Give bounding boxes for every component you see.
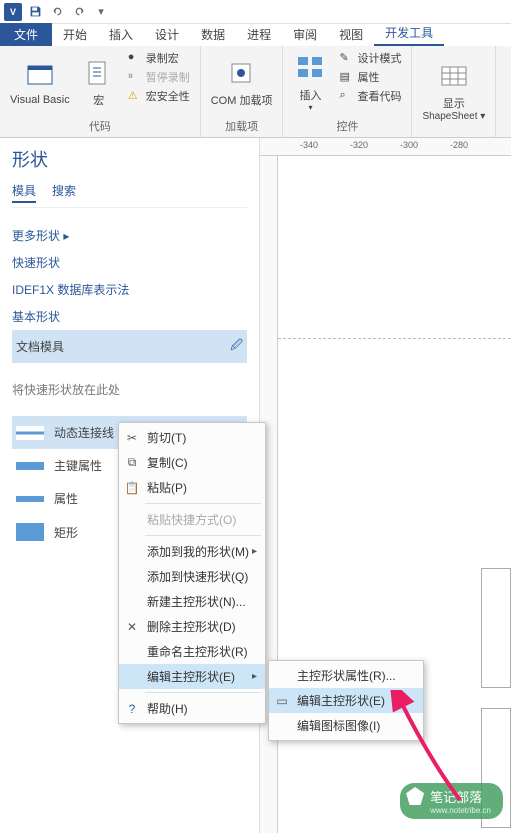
view-code-button[interactable]: ⌕查看代码	[335, 87, 405, 105]
context-menu: ✂剪切(T) ⧉复制(C) 📋粘贴(P) 粘贴快捷方式(O) 添加到我的形状(M…	[118, 422, 266, 724]
submenu-master-props[interactable]: 主控形状属性(R)...	[269, 663, 423, 688]
design-mode-button[interactable]: ✎设计模式	[335, 49, 405, 67]
ribbon-group-controls: 插入▾ ✎设计模式 ▤属性 ⌕查看代码 控件	[283, 46, 412, 137]
pause-icon: ⏸	[128, 70, 142, 84]
shapes-panel-title: 形状	[12, 146, 247, 172]
design-mode-icon: ✎	[339, 51, 353, 65]
menu-help[interactable]: ?帮助(H)	[119, 696, 265, 721]
redo-icon[interactable]	[70, 3, 88, 21]
annotation-arrow	[390, 690, 480, 810]
connector-swatch-icon	[16, 426, 44, 440]
quick-shapes[interactable]: 快速形状	[12, 249, 247, 276]
qat-more-icon[interactable]: ▾	[92, 3, 110, 21]
tab-design[interactable]: 设计	[144, 23, 190, 46]
menu-add-my-shapes[interactable]: 添加到我的形状(M)▸	[119, 539, 265, 564]
macro-button[interactable]: 宏	[78, 49, 120, 116]
properties-icon: ▤	[339, 70, 353, 84]
menu-new-master[interactable]: 新建主控形状(N)...	[119, 589, 265, 614]
idef1x-stencil[interactable]: IDEF1X 数据库表示法	[12, 276, 247, 303]
macro-security-button[interactable]: ⚠宏安全性	[124, 87, 194, 105]
properties-button[interactable]: ▤属性	[335, 68, 405, 86]
tab-home[interactable]: 开始	[52, 23, 98, 46]
key-swatch-icon	[16, 462, 44, 470]
menu-paste[interactable]: 📋粘贴(P)	[119, 475, 265, 500]
help-icon: ?	[125, 702, 139, 716]
addins-icon	[226, 58, 258, 90]
paste-icon: 📋	[125, 481, 139, 495]
guide-line	[278, 338, 511, 339]
ribbon-group-shapesheet: 显示 ShapeSheet ▾	[412, 46, 496, 137]
document-stencil[interactable]: 文档模具 🖉	[12, 330, 247, 363]
undo-icon[interactable]	[48, 3, 66, 21]
insert-control-button[interactable]: 插入▾	[289, 49, 331, 116]
menu-paste-shortcut: 粘贴快捷方式(O)	[119, 507, 265, 532]
record-icon: ●	[128, 51, 142, 65]
menu-add-quick-shapes[interactable]: 添加到快速形状(Q)	[119, 564, 265, 589]
visual-basic-icon	[24, 60, 56, 92]
tab-developer[interactable]: 开发工具	[374, 21, 444, 46]
tab-insert[interactable]: 插入	[98, 23, 144, 46]
rect-swatch-icon	[16, 523, 44, 541]
chevron-right-icon: ▸	[252, 671, 257, 682]
copy-icon: ⧉	[125, 456, 139, 470]
ribbon-group-addins: COM 加载项 加载项	[201, 46, 284, 137]
menu-separator	[145, 692, 261, 693]
tab-data[interactable]: 数据	[190, 23, 236, 46]
chevron-right-icon: ▸	[252, 546, 257, 557]
chevron-right-icon: ▸	[63, 229, 69, 243]
cut-icon: ✂	[125, 431, 139, 445]
shapes-panel-tabs: 模具 搜索	[12, 182, 247, 208]
attr-swatch-icon	[16, 496, 44, 502]
more-shapes[interactable]: 更多形状 ▸	[12, 222, 247, 249]
group-label-addins: 加载项	[207, 116, 277, 134]
ribbon-group-code: Visual Basic 宏 ●录制宏 ⏸暂停录制 ⚠宏安全性 代码	[0, 46, 201, 137]
menu-copy[interactable]: ⧉复制(C)	[119, 450, 265, 475]
view-code-icon: ⌕	[339, 89, 353, 103]
com-addins-button[interactable]: COM 加载项	[207, 49, 277, 116]
shapesheet-icon	[438, 61, 470, 93]
menu-edit-master[interactable]: 编辑主控形状(E)▸	[119, 664, 265, 689]
visio-app-icon: V	[4, 3, 22, 21]
quick-shapes-hint: 将快速形状放在此处	[12, 381, 247, 398]
delete-icon: ✕	[125, 620, 139, 634]
tab-view[interactable]: 视图	[328, 23, 374, 46]
insert-control-icon	[294, 53, 326, 85]
tab-process[interactable]: 进程	[236, 23, 282, 46]
tab-stencil[interactable]: 模具	[12, 182, 36, 203]
tab-review[interactable]: 审阅	[282, 23, 328, 46]
save-icon[interactable]	[26, 3, 44, 21]
tab-search[interactable]: 搜索	[52, 182, 76, 203]
pause-record-button[interactable]: ⏸暂停录制	[124, 68, 194, 86]
menu-cut[interactable]: ✂剪切(T)	[119, 425, 265, 450]
macro-icon	[83, 58, 115, 90]
menu-rename-master[interactable]: 重命名主控形状(R)	[119, 639, 265, 664]
group-label-controls: 控件	[289, 116, 405, 134]
visual-basic-button[interactable]: Visual Basic	[6, 49, 74, 116]
stencil-edit-icon: 🖉	[230, 336, 243, 357]
edit-shape-icon: ▭	[275, 694, 289, 708]
menu-separator	[145, 503, 261, 504]
shapesheet-button[interactable]: 显示 ShapeSheet ▾	[418, 49, 489, 134]
page-edge	[481, 568, 511, 688]
group-label-code: 代码	[6, 116, 194, 134]
ribbon-tabs: 文件 开始 插入 设计 数据 进程 审阅 视图 开发工具	[0, 24, 511, 46]
menu-delete-master[interactable]: ✕删除主控形状(D)	[119, 614, 265, 639]
ribbon: Visual Basic 宏 ●录制宏 ⏸暂停录制 ⚠宏安全性 代码 COM 加…	[0, 46, 511, 138]
security-icon: ⚠	[128, 89, 142, 103]
file-tab[interactable]: 文件	[0, 23, 52, 46]
horizontal-ruler: -340 -320 -300 -280	[260, 138, 511, 156]
menu-separator	[145, 535, 261, 536]
basic-shapes[interactable]: 基本形状	[12, 303, 247, 330]
record-macro-button[interactable]: ●录制宏	[124, 49, 194, 67]
